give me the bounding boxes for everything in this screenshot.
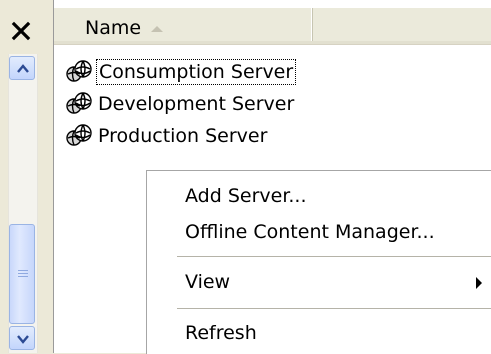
menu-separator [177, 256, 491, 257]
menu-item-refresh[interactable]: Refresh [185, 322, 257, 344]
close-icon [11, 21, 31, 41]
grip-icon [18, 270, 28, 277]
menu-separator [177, 308, 491, 309]
menu-item-add-server[interactable]: Add Server... [185, 185, 307, 207]
menu-item-view[interactable]: View [185, 271, 230, 293]
header-divider [54, 41, 491, 44]
server-icon [66, 124, 92, 146]
list-header: Name [54, 8, 491, 45]
list-item-label: Production Server [98, 125, 268, 147]
submenu-arrow-icon [476, 277, 482, 289]
scrollbar-thumb[interactable] [9, 224, 35, 324]
context-menu: Add Server... Offline Content Manager...… [146, 170, 491, 354]
server-icon [66, 92, 92, 114]
list-item[interactable]: Consumption Server [64, 56, 297, 88]
menu-item-offline-content-manager[interactable]: Offline Content Manager... [185, 221, 435, 243]
column-header-label: Name [85, 17, 142, 39]
list-item-label: Consumption Server [96, 59, 297, 85]
list-item-label: Development Server [98, 93, 295, 115]
server-icon [66, 60, 92, 82]
chevron-up-icon [17, 64, 29, 73]
chevron-down-icon [17, 335, 29, 344]
side-panel [0, 0, 53, 353]
list-item[interactable]: Production Server [64, 120, 269, 152]
scroll-down-button[interactable] [9, 326, 35, 350]
list-item[interactable]: Development Server [64, 88, 296, 120]
scroll-up-button[interactable] [9, 56, 35, 80]
sort-ascending-icon [151, 26, 163, 32]
close-button[interactable] [10, 20, 32, 42]
column-header-name[interactable]: Name [54, 8, 313, 44]
